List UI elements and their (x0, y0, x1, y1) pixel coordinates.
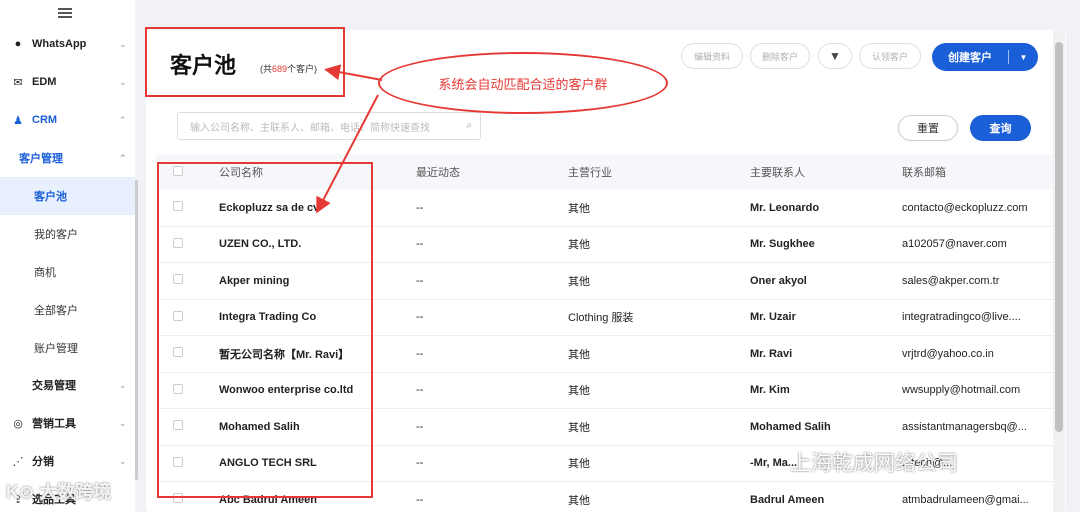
annotation-arrow-title (324, 64, 383, 81)
watermark-left: K⊘ 大数跨境 (6, 482, 112, 502)
annotation-arrow-column (316, 94, 379, 214)
watermark-right: 上海乾成网络公司 (790, 452, 958, 475)
page: ● WhatsApp ⌄ ✉ EDM ⌄ ♟ CRM ⌃ 客户管理 ⌃ 客户池 … (0, 0, 1080, 512)
annotation-arrows (316, 64, 383, 214)
